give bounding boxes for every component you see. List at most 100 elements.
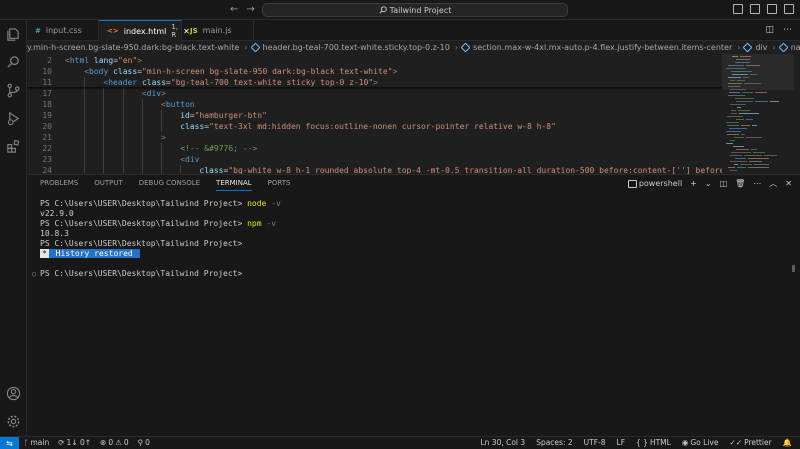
- terminal-line: v22.9.0: [40, 209, 74, 218]
- breadcrumb-item[interactable]: nav.hidden.md:block.space-x-8.text-xl: [778, 42, 800, 53]
- end-of-line[interactable]: LF: [617, 438, 626, 447]
- code-editor[interactable]: 2 <html lang="en"> 10 <body class="min-h-sc…: [27, 54, 800, 176]
- maximize-panel-icon[interactable]: ︿: [769, 178, 777, 189]
- trash-icon[interactable]: 🗑: [735, 179, 745, 188]
- toggle-primary-sidebar-icon[interactable]: [733, 4, 743, 14]
- line-number: 18: [42, 100, 52, 109]
- sync-icon: ⟳: [58, 438, 65, 447]
- minimap-line: [728, 95, 745, 96]
- tab-terminal[interactable]: TERMINAL: [216, 179, 252, 191]
- minimap-line: [744, 155, 762, 156]
- panel-tabs: PROBLEMS OUTPUT DEBUG CONSOLE TERMINAL P…: [40, 179, 290, 191]
- language-mode[interactable]: { } HTML: [636, 438, 671, 447]
- tab-label: input.css: [45, 26, 82, 35]
- minimap-line: [729, 128, 747, 129]
- terminal-output[interactable]: PS C:\Users\USER\Desktop\Tailwind Projec…: [32, 199, 281, 279]
- panel-actions: powershell + ⌄ ◫ 🗑 ⋯ ︿ ✕: [627, 178, 792, 189]
- cursor-position[interactable]: Ln 30, Col 3: [480, 438, 525, 447]
- minimap-line: [742, 92, 753, 93]
- indent-guide: [161, 110, 162, 121]
- command-decoration-icon[interactable]: ○: [32, 269, 36, 279]
- indent-guide: [122, 154, 124, 165]
- minimap-line: [731, 110, 736, 111]
- indent-guide: [122, 132, 124, 143]
- indent-guide: [103, 99, 105, 110]
- history-restored-badge: History restored: [48, 249, 140, 258]
- breadcrumb-item[interactable]: div: [742, 42, 770, 53]
- minimap-line: [730, 161, 747, 162]
- indent-guide: [103, 132, 105, 143]
- double-check-icon: ✓✓: [729, 438, 743, 447]
- close-panel-icon[interactable]: ✕: [785, 179, 792, 188]
- code-line: 18 <button: [27, 99, 727, 110]
- breadcrumb-item[interactable]: header.bg-teal-700.text-white.sticky.top…: [250, 42, 453, 53]
- source-control-icon[interactable]: [6, 83, 21, 98]
- tab-ports[interactable]: PORTS: [268, 179, 291, 191]
- more-actions-icon[interactable]: ⋯: [783, 25, 792, 35]
- chevron-right-icon: ›: [454, 43, 459, 52]
- toggle-panel-icon[interactable]: [750, 4, 760, 14]
- command-center-search[interactable]: Tailwind Project: [262, 3, 568, 17]
- problems-indicator[interactable]: ⊗ 0 ⚠ 0: [100, 438, 129, 447]
- breadcrumb-item[interactable]: section.max-w-4xl.mx-auto.p-4.flex.justi…: [460, 42, 735, 53]
- explorer-icon[interactable]: [6, 27, 21, 42]
- run-debug-icon[interactable]: [6, 111, 21, 126]
- terminal-line: PS C:\Users\USER\Desktop\Tailwind Projec…: [40, 219, 277, 228]
- terminal-line: ○ PS C:\Users\USER\Desktop\Tailwind Proje…: [32, 269, 243, 278]
- ports-indicator[interactable]: ⚲ 0: [138, 438, 150, 447]
- chevron-down-icon[interactable]: ⌄: [705, 179, 712, 188]
- warning-icon: ⚠: [115, 438, 122, 447]
- customize-layout-icon[interactable]: [784, 4, 794, 14]
- minimap-line: [752, 125, 757, 126]
- indent-guide: [161, 143, 162, 154]
- new-terminal-icon[interactable]: +: [690, 179, 697, 188]
- minimap-line: [735, 158, 746, 159]
- code-line: 22 <!-- &#9776; -->: [27, 143, 727, 154]
- code-text: <html lang="en">: [65, 56, 143, 65]
- notifications-bell-icon[interactable]: 🔔: [783, 438, 792, 447]
- account-icon[interactable]: [6, 386, 21, 401]
- split-terminal-icon[interactable]: ◫: [720, 179, 728, 188]
- breadcrumb-item[interactable]: y.min-h-screen.bg-slate-950.dark:bg-blac…: [27, 43, 242, 52]
- more-actions-icon[interactable]: ⋯: [753, 179, 761, 188]
- tab-index-html[interactable]: <> index.html 1, R ✕: [99, 20, 190, 41]
- terminal-shell-selector[interactable]: powershell: [627, 179, 682, 188]
- element-icon: [460, 42, 471, 53]
- terminal-scrollbar[interactable]: [792, 265, 795, 272]
- ports-icon: ⚲: [137, 438, 144, 447]
- bottom-panel: PROBLEMS OUTPUT DEBUG CONSOLE TERMINAL P…: [27, 174, 800, 436]
- remote-indicator-icon[interactable]: ⇆: [0, 437, 19, 449]
- element-icon: [250, 42, 260, 53]
- code-text: >: [161, 133, 166, 142]
- tab-debug-console[interactable]: DEBUG CONSOLE: [139, 179, 200, 191]
- minimap-slider[interactable]: [722, 54, 794, 90]
- line-number: 22: [42, 144, 52, 153]
- indent-guide: [141, 110, 143, 121]
- editor-actions: ◫ ⋯: [765, 25, 792, 35]
- editor-scrollbar[interactable]: [794, 54, 800, 174]
- code-text: <body class="min-h-screen bg-slate-950 d…: [84, 67, 398, 76]
- line-number: 20: [42, 122, 52, 131]
- encoding[interactable]: UTF-8: [584, 438, 606, 447]
- go-live-button[interactable]: ◉ Go Live: [682, 438, 719, 447]
- toggle-secondary-sidebar-icon[interactable]: [767, 4, 777, 14]
- tab-output[interactable]: OUTPUT: [94, 179, 123, 191]
- sync-indicator[interactable]: ⟳ 1↓ 0↑: [58, 438, 91, 447]
- indent-guide: [84, 143, 86, 154]
- tab-main-js[interactable]: JS main.js: [182, 20, 254, 41]
- split-editor-icon[interactable]: ◫: [765, 25, 774, 35]
- forward-arrow-icon[interactable]: →: [246, 4, 254, 15]
- extensions-icon[interactable]: [6, 139, 21, 154]
- minimap-line: [729, 92, 740, 93]
- prettier-status[interactable]: ✓✓ Prettier: [729, 438, 771, 447]
- indentation[interactable]: Spaces: 2: [536, 438, 572, 447]
- minimap-line: [741, 125, 750, 126]
- search-icon[interactable]: [6, 55, 21, 70]
- back-arrow-icon[interactable]: ←: [230, 4, 238, 15]
- tab-problems[interactable]: PROBLEMS: [40, 179, 78, 191]
- minimap-line: [727, 116, 743, 117]
- tab-input-css[interactable]: # input.css: [27, 20, 99, 41]
- minimap-line: [731, 152, 751, 153]
- settings-gear-icon[interactable]: [6, 414, 21, 429]
- branch-indicator[interactable]: ᚴ main: [24, 438, 49, 447]
